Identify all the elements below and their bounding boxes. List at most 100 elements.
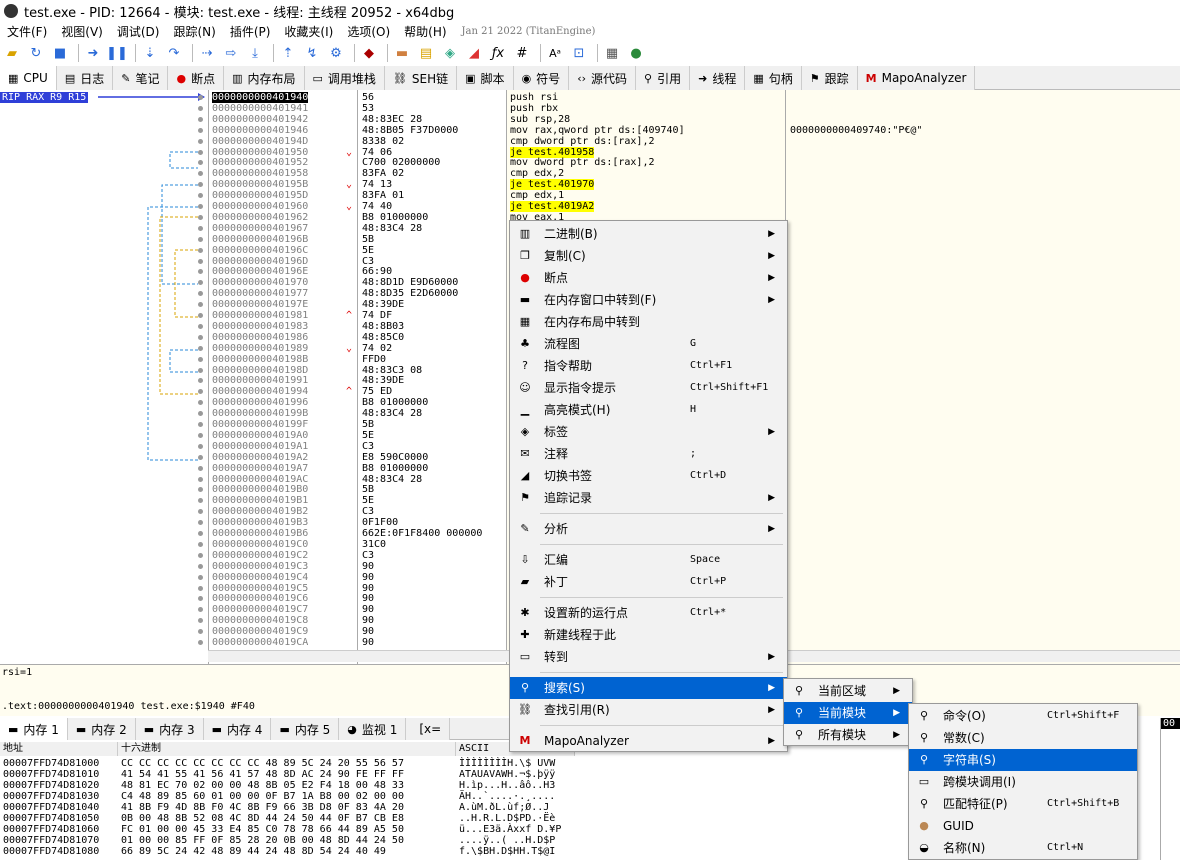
- menu-item[interactable]: 收藏夹(I): [277, 23, 340, 40]
- dump-ascii[interactable]: ÄH..`....·.¸....: [459, 791, 555, 802]
- menu-item[interactable]: 调试(D): [110, 23, 167, 40]
- tab-notes[interactable]: ✎ 笔记: [113, 66, 169, 90]
- breakpoint-dot[interactable]: [198, 258, 203, 264]
- module-search-item[interactable]: ◒ 名称(N) Ctrl+N: [909, 837, 1137, 859]
- dump-ascii[interactable]: ..H.R.L.D$PD.·Ëè: [459, 813, 555, 824]
- trace-into-icon[interactable]: ⇢: [197, 43, 217, 63]
- breakpoint-dot[interactable]: [198, 247, 203, 253]
- disasm-row[interactable]: 000000000040194D 8338 02 cmp dword ptr ds:…: [196, 136, 1180, 147]
- dump-tab[interactable]: [x=: [406, 718, 451, 740]
- tab-log[interactable]: ▤ 日志: [56, 66, 114, 90]
- breakpoint-dot[interactable]: [198, 127, 203, 133]
- disasm-row[interactable]: 0000000000401946 48:8B05 F37D0000 mov rax,…: [196, 125, 1180, 136]
- breakpoint-dot[interactable]: [198, 422, 203, 427]
- context-item-help[interactable]: ? 指令帮助 Ctrl+F1: [510, 355, 787, 377]
- menu-item[interactable]: 选项(O): [340, 23, 397, 40]
- breakpoint-dot[interactable]: [198, 400, 203, 406]
- context-item-find-refs[interactable]: ⛓ 查找引用(R) ▶: [510, 699, 787, 721]
- context-item-highlight[interactable]: ▁ 高亮模式(H) H: [510, 399, 787, 421]
- breakpoint-dot[interactable]: [198, 280, 203, 286]
- dump-hex[interactable]: C4 48 89 85 60 01 00 00 0F B7 1A B8 00 0…: [121, 791, 404, 802]
- tab-script[interactable]: ▣ 脚本: [457, 66, 514, 90]
- tab-cpu[interactable]: ▦ CPU: [0, 66, 57, 90]
- breakpoint-dot[interactable]: [198, 323, 203, 329]
- context-item-bookmark[interactable]: ◢ 切换书签 Ctrl+D: [510, 465, 787, 487]
- calculator-icon[interactable]: ▦: [602, 43, 622, 63]
- breakpoint-dot[interactable]: [198, 531, 203, 536]
- breakpoint-dot[interactable]: [198, 138, 203, 144]
- context-item-goto[interactable]: ▭ 转到 ▶: [510, 646, 787, 668]
- dump-hex[interactable]: CC CC CC CC CC CC CC CC 48 89 5C 24 20 5…: [121, 758, 404, 769]
- context-item-copy[interactable]: ❐ 复制(C) ▶: [510, 245, 787, 267]
- disasm-row[interactable]: 0000000000401958 83FA 02 cmp edx,2: [196, 168, 1180, 179]
- dump-tab[interactable]: ▬ 内存 3: [135, 718, 204, 740]
- context-item-analysis[interactable]: ✎ 分析 ▶: [510, 518, 787, 540]
- trace-over-icon[interactable]: ⇨: [221, 43, 241, 63]
- pause-icon[interactable]: ❚❚: [106, 43, 128, 63]
- dump-ascii[interactable]: H.ìp...H..âô..H3: [459, 780, 555, 791]
- functions-icon[interactable]: ƒx: [488, 43, 508, 63]
- breakpoint-dot[interactable]: [198, 182, 203, 188]
- dump-ascii[interactable]: f.\$BH.D$HH.T$@I: [459, 846, 555, 857]
- context-item-hint[interactable]: ☺ 显示指令提示 Ctrl+Shift+F1: [510, 377, 787, 399]
- tab-symbols[interactable]: ◉ 符号: [513, 66, 570, 90]
- disasm-row[interactable]: 0000000000401942 48:83EC 28 sub rsp,28: [196, 114, 1180, 125]
- dump-hex[interactable]: 48 81 EC 70 02 00 00 48 8B 05 E2 F4 18 0…: [121, 780, 404, 791]
- tab-handles[interactable]: ▦ 句柄: [745, 66, 802, 90]
- dump-ascii[interactable]: ....ÿ..( ..H.D$P: [459, 835, 555, 846]
- context-item-comment[interactable]: ✉ 注释;: [510, 443, 787, 465]
- breakpoint-dot[interactable]: [198, 356, 203, 362]
- context-item-graph[interactable]: ♣ 流程图 G: [510, 333, 787, 355]
- breakpoint-dot[interactable]: [198, 629, 203, 635]
- run-icon[interactable]: ➜: [83, 43, 103, 63]
- context-item-mapo[interactable]: M MapoAnalyzer ▶: [510, 730, 787, 752]
- dump-hex[interactable]: FC 01 00 00 45 33 E4 85 C0 78 78 66 44 8…: [121, 824, 404, 835]
- menu-item[interactable]: 文件(F): [0, 23, 54, 40]
- breakpoint-dot[interactable]: [198, 160, 203, 166]
- breakpoint-dot[interactable]: [198, 585, 203, 591]
- dump-tab[interactable]: ▬ 内存 2: [67, 718, 136, 740]
- breakpoint-dot[interactable]: [198, 171, 203, 177]
- breakpoint-dot[interactable]: [198, 269, 203, 275]
- dump-hex[interactable]: 66 89 5C 24 42 48 89 44 24 48 8D 54 24 4…: [121, 846, 386, 857]
- breakpoint-dot[interactable]: [198, 607, 203, 613]
- tab-call-stack[interactable]: ▭ 调用堆栈: [304, 66, 385, 90]
- execute-till-return-icon[interactable]: ⇡: [278, 43, 298, 63]
- disasm-row[interactable]: 0000000000401941 53 push rbx: [196, 103, 1180, 114]
- comments-icon[interactable]: ▤: [416, 43, 436, 63]
- dump-hex[interactable]: 0B 00 48 8B 52 08 4C 8D 44 24 50 44 0F B…: [121, 813, 404, 824]
- context-item-patch[interactable]: ▰ 补丁 Ctrl+P: [510, 571, 787, 593]
- tab-breakpoint[interactable]: ● 断点: [168, 66, 225, 90]
- search-scope-item[interactable]: ⚲ 所有模块 ▶: [784, 724, 912, 746]
- search-scope-item[interactable]: ⚲ 当前模块 ▶: [784, 702, 912, 724]
- breakpoint-dot[interactable]: [198, 204, 203, 209]
- disasm-row[interactable]: 0000000000401940 56 push rsi: [196, 92, 1180, 103]
- animate-icon[interactable]: ⚙: [326, 43, 346, 63]
- context-item-set-origin[interactable]: ✱ 设置新的运行点 Ctrl+*: [510, 602, 787, 624]
- breakpoint-dot[interactable]: [198, 520, 203, 526]
- breakpoint-dot[interactable]: [198, 105, 203, 111]
- step-into-icon[interactable]: ⇣: [140, 43, 160, 63]
- disasm-row[interactable]: 0000000000401950 ⌄ 74 06 je test.401958: [196, 146, 1180, 158]
- dump-tab[interactable]: ▬ 内存 1: [0, 718, 68, 740]
- breakpoint-dot[interactable]: [198, 214, 203, 220]
- context-item-goto-dump[interactable]: ▬ 在内存窗口中转到(F) ▶: [510, 289, 787, 311]
- breakpoint-dot[interactable]: [198, 367, 203, 373]
- breakpoint-dot[interactable]: [198, 618, 203, 624]
- breakpoint-dot[interactable]: [198, 334, 203, 340]
- breakpoint-dot[interactable]: [198, 236, 203, 242]
- tab-source[interactable]: ‹› 源代码: [569, 66, 637, 90]
- breakpoint-dot[interactable]: [198, 378, 203, 384]
- menu-item[interactable]: 视图(V): [54, 23, 110, 40]
- context-item-breakpoint-dot[interactable]: ● 断点 ▶: [510, 267, 787, 289]
- globe-icon[interactable]: ●: [626, 43, 646, 63]
- disasm-row[interactable]: 0000000000401952 C700 02000000 mov dword p…: [196, 157, 1180, 168]
- breakpoint-dot[interactable]: [198, 432, 203, 438]
- bookmarks-icon[interactable]: ◢: [464, 43, 484, 63]
- breakpoint-dot[interactable]: [198, 116, 203, 122]
- breakpoint-dot[interactable]: [198, 454, 203, 460]
- breakpoint-dot[interactable]: [198, 345, 203, 351]
- breakpoint-dot[interactable]: [198, 487, 203, 493]
- breakpoint-dot[interactable]: [198, 552, 203, 558]
- breakpoint-dot[interactable]: [198, 465, 203, 471]
